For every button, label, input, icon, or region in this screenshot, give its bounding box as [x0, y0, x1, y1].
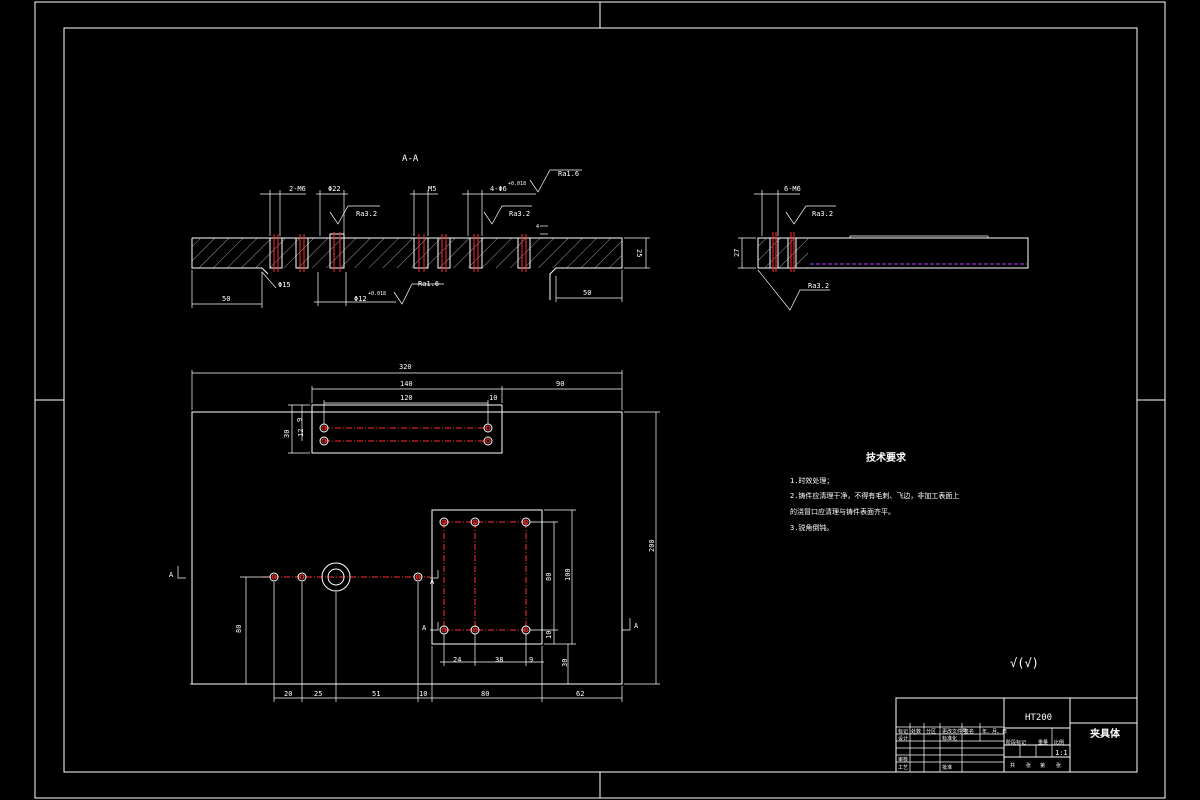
tb-label-13: 批准 — [942, 764, 952, 771]
dim-left-len: 50 — [222, 295, 230, 303]
dim-90: 90 — [556, 380, 564, 388]
note-line-1: 1.时效处理； — [790, 476, 833, 485]
callout-4-holes-tol: +0.018 — [508, 181, 526, 187]
tb-label-5: 年、月、日 — [982, 728, 1007, 735]
note-line-2: 2.铸件应清理干净，不得有毛刺、飞边，非加工表面上 — [790, 491, 959, 500]
dim-9b: 9 — [529, 656, 533, 664]
dim-80v: 80 — [235, 625, 243, 633]
dim-30b: 30 — [561, 659, 569, 667]
tb-label-1: 处数 — [911, 728, 921, 735]
tb-label-11: 审核 — [898, 756, 908, 763]
dim-120: 120 — [400, 394, 413, 402]
dim-section-height: 25 — [635, 249, 643, 257]
ra-a: Ra3.2 — [356, 210, 377, 218]
tb-label-6: 设计 — [898, 735, 908, 742]
dim-bottom-1: 25 — [314, 690, 322, 698]
dim-38: 38 — [495, 656, 503, 664]
callout-bore-bottom: Φ12 — [354, 295, 367, 303]
dim-100: 100 — [564, 568, 572, 581]
cad-drawing: A-A 2-M6 Φ22 M5 4-Φ6 +0.018 Φ15 Φ12 +0.0… — [34, 1, 1166, 799]
sheet-frame — [34, 1, 1166, 799]
dim-bottom-4: 80 — [481, 690, 489, 698]
plan-view: 320 140 90 120 10 9 12 30 200 100 80 10 … — [169, 363, 660, 702]
section-title: A-A — [402, 154, 419, 164]
dim-right-len: 50 — [583, 289, 591, 297]
dim-9: 9 — [296, 418, 304, 422]
dim-10b: 10 — [545, 631, 553, 639]
dim-320: 320 — [399, 363, 412, 371]
side-height: 27 — [733, 249, 741, 257]
tb-label-8: 阶段标记 — [1006, 739, 1026, 746]
section-mark-right: A — [634, 622, 639, 630]
note-line-4: 3.锐角倒钝。 — [790, 523, 833, 532]
tb-label-16: 第 — [1040, 762, 1045, 769]
part-name: 夹具体 — [1090, 727, 1121, 740]
notes-title: 技术要求 — [866, 451, 907, 464]
material: HT200 — [1025, 713, 1052, 723]
dim-bottom-3: 10 — [419, 690, 427, 698]
tb-label-7: 标准化 — [942, 735, 957, 742]
callout-m5: M5 — [428, 185, 436, 193]
side-ra-bottom: Ra3.2 — [808, 282, 829, 290]
callout-counterbore: Φ15 — [278, 281, 291, 289]
tb-label-10: 比例 — [1054, 739, 1064, 746]
section-hatch — [192, 238, 622, 268]
ra-top: Ra1.6 — [558, 170, 579, 178]
section-mark-low: A — [422, 624, 427, 632]
title-block: HT200 夹具体 1:1 标记 处数 分区 更改文件号 签名 年、月、日 设计… — [895, 697, 1138, 773]
scale: 1:1 — [1055, 749, 1068, 757]
dim-140: 140 — [400, 380, 413, 388]
tb-label-15: 张 — [1026, 762, 1031, 769]
section-mark-left: A — [169, 571, 174, 579]
dim-step-depth: 4 — [536, 224, 539, 230]
callout-2-m6: 2-M6 — [289, 185, 306, 193]
callout-bore-top: Φ22 — [328, 185, 341, 193]
dim-bottom-2: 51 — [372, 690, 380, 698]
ra-b: Ra3.2 — [509, 210, 530, 218]
side-ra-top: Ra3.2 — [812, 210, 833, 218]
callout-4-holes: 4-Φ6 — [490, 185, 507, 193]
tb-label-14: 共 — [1010, 762, 1015, 769]
dim-10a: 10 — [489, 394, 497, 402]
technical-notes: 技术要求 1.时效处理； 2.铸件应清理干净，不得有毛刺、飞边，非加工表面上 的… — [790, 451, 959, 532]
dim-bottom-0: 20 — [284, 690, 292, 698]
dim-24: 24 — [453, 656, 461, 664]
ra-bottom: Ra1.6 — [418, 280, 439, 288]
dim-30: 30 — [283, 430, 291, 438]
dim-12: 12 — [297, 429, 305, 437]
side-view: 6-M6 27 Ra3.2 Ra3.2 — [733, 185, 1029, 311]
section-view: A-A 2-M6 Φ22 M5 4-Φ6 +0.018 Φ15 Φ12 +0.0… — [191, 154, 650, 308]
tb-label-0: 标记 — [898, 728, 908, 735]
dim-200: 200 — [648, 539, 656, 552]
callout-bore-bottom-tol: +0.018 — [368, 291, 386, 297]
tb-label-2: 分区 — [926, 728, 936, 735]
tb-label-12: 工艺 — [898, 765, 908, 771]
tb-label-17: 张 — [1056, 762, 1061, 769]
tb-label-9: 重量 — [1038, 739, 1048, 746]
plan-holes — [269, 423, 531, 635]
general-roughness: √(√) — [1010, 656, 1039, 670]
side-callout: 6-M6 — [784, 185, 801, 193]
note-line-3: 的浇冒口应清理与铸件表面齐平。 — [790, 507, 895, 516]
tb-label-4: 签名 — [964, 728, 974, 735]
dim-bottom-5: 62 — [576, 690, 584, 698]
section-mark-mid: A — [430, 578, 435, 586]
dim-80: 80 — [545, 573, 553, 581]
